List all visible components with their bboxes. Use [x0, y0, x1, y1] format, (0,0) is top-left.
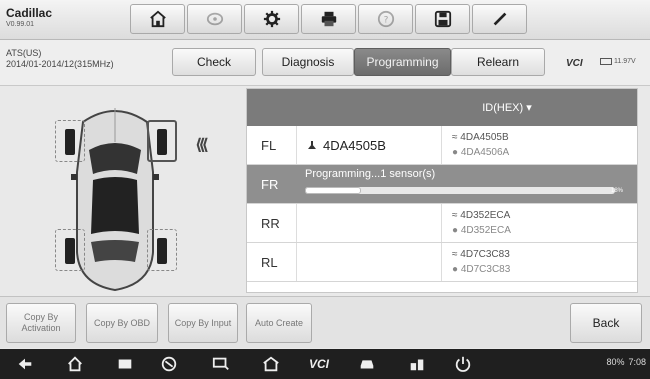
shop-icon	[410, 359, 424, 371]
table-row[interactable]: RR ≈ 4D352ECA ● 4D352ECA	[247, 204, 637, 243]
table-row[interactable]: FL 4DA4505B ≈ 4DA4505B ● 4DA4506A	[247, 126, 637, 165]
car-diagram: ⟨⟨⟨	[0, 87, 245, 295]
help-icon: ?	[377, 10, 394, 28]
obd-value: ● 4D352ECA	[452, 225, 511, 236]
row-sensor-values: ≈ 4DA4505B ● 4DA4506A	[442, 130, 637, 160]
copy-by-activation-button[interactable]: Copy By Activation	[6, 303, 76, 343]
active-sensor-arrows-icon: ⟨⟨⟨	[195, 137, 209, 154]
home-button[interactable]	[130, 4, 185, 34]
help-button[interactable]: ?	[358, 4, 413, 34]
sensor-icon	[308, 141, 316, 149]
tire-rl	[65, 238, 75, 264]
pen-icon	[493, 12, 506, 26]
progress-fill	[305, 187, 361, 194]
row-sensor-values: ≈ 4D352ECA ● 4D352ECA	[442, 208, 637, 238]
autel-home-button[interactable]	[262, 355, 280, 373]
battery-percent: 80%	[606, 357, 625, 367]
brand-block: Cadillac V0.99.01	[6, 6, 52, 28]
display-icon	[212, 357, 229, 371]
home-icon	[263, 356, 279, 372]
wireless-value: ≈ 4D7C3C83	[452, 249, 510, 260]
print-button[interactable]	[301, 4, 356, 34]
row-position: RL	[247, 243, 297, 281]
vci-icon: VCI	[308, 357, 329, 371]
bottom-action-bar: Copy By Activation Copy By OBD Copy By I…	[0, 296, 650, 348]
sensor-fr[interactable]	[147, 120, 177, 162]
printer-icon	[321, 11, 336, 27]
battery-icon	[600, 58, 612, 65]
row-new-id	[297, 204, 442, 242]
gear-icon	[263, 10, 280, 28]
vehicle-button[interactable]	[187, 4, 242, 34]
settings-button[interactable]	[244, 4, 299, 34]
tab-diagnosis[interactable]: Diagnosis	[262, 48, 354, 76]
vehicle-make: Cadillac	[6, 6, 53, 20]
table-header: ID(HEX) ▾	[247, 89, 637, 126]
copy-by-obd-button[interactable]: Copy By OBD	[86, 303, 158, 343]
wireless-value: ≈ 4DA4505B	[452, 132, 509, 143]
auto-create-button[interactable]: Auto Create	[246, 303, 312, 343]
sensor-rl[interactable]	[55, 229, 85, 271]
sensor-fl[interactable]	[55, 120, 85, 162]
browser-button[interactable]	[160, 355, 178, 373]
system-nav-bar: VCI 80% 7:08	[0, 349, 650, 379]
shop-button[interactable]	[408, 355, 426, 373]
table-row[interactable]: RL ≈ 4D7C3C83 ● 4D7C3C83	[247, 243, 637, 282]
obd-value: ● 4DA4506A	[452, 147, 510, 158]
back-nav-button[interactable]	[16, 355, 34, 373]
browser-icon	[161, 356, 177, 372]
power-button[interactable]	[454, 355, 472, 373]
recent-apps-icon	[118, 359, 132, 369]
software-version: V0.99.01	[6, 21, 35, 28]
programming-status: Programming...1 sensor(s)	[305, 168, 436, 180]
row-position: FL	[247, 126, 297, 164]
back-arrow-icon	[18, 358, 32, 370]
home-nav-button[interactable]	[66, 355, 84, 373]
display-button[interactable]	[212, 355, 230, 373]
vehicle-years: 2014/01-2014/12(315MHz)	[6, 59, 114, 69]
row-new-id: 4DA4505B	[297, 126, 442, 164]
tire-fl	[65, 129, 75, 155]
home-icon	[149, 10, 166, 28]
table-row-programming[interactable]: FR Programming...1 sensor(s) 18%	[247, 165, 637, 204]
id-hex-header[interactable]: ID(HEX) ▾	[297, 101, 637, 114]
sensor-id-table: ID(HEX) ▾ FL 4DA4505B ≈ 4DA4505B ● 4DA45…	[246, 88, 638, 293]
top-toolbar: Cadillac V0.99.01 ?	[0, 0, 650, 40]
vci-indicator: VCI	[566, 58, 583, 69]
wireless-value: ≈ 4D352ECA	[452, 210, 511, 221]
row-sensor-values: ≈ 4D7C3C83 ● 4D7C3C83	[442, 247, 637, 277]
tab-relearn[interactable]: Relearn	[451, 48, 545, 76]
function-bar: ATS(US) 2014/01-2014/12(315MHz) Check Di…	[0, 40, 650, 86]
svg-text:?: ?	[383, 16, 388, 26]
home-icon	[68, 356, 82, 372]
vci-nav-button[interactable]: VCI	[305, 355, 333, 373]
progress-percent: 18%	[611, 188, 624, 194]
row-position: RR	[247, 204, 297, 242]
programming-progress-bar	[305, 187, 615, 194]
back-button[interactable]: Back	[570, 303, 642, 343]
sensor-rr[interactable]	[147, 229, 177, 271]
status-area: 80% 7:08	[606, 357, 646, 367]
copy-by-input-button[interactable]: Copy By Input	[168, 303, 238, 343]
tire-rr	[157, 238, 167, 264]
clock: 7:08	[628, 357, 646, 367]
row-position: FR	[247, 165, 297, 203]
battery-indicator: 11.97V	[600, 58, 636, 65]
obd-value: ● 4D7C3C83	[452, 264, 511, 275]
wheel-icon	[206, 12, 223, 26]
vehicle-info: ATS(US) 2014/01-2014/12(315MHz)	[6, 48, 114, 70]
tab-check[interactable]: Check	[172, 48, 256, 76]
power-icon	[455, 356, 471, 372]
edit-button[interactable]	[472, 4, 527, 34]
vehicle-model: ATS(US)	[6, 48, 42, 58]
row-new-id	[297, 243, 442, 281]
car-icon	[360, 360, 374, 369]
tire-fr	[157, 129, 167, 155]
battery-voltage: 11.97V	[614, 58, 636, 65]
save-icon	[434, 10, 451, 28]
save-button[interactable]	[415, 4, 470, 34]
recent-apps-button[interactable]	[116, 355, 134, 373]
vehicle-nav-button[interactable]	[358, 355, 376, 373]
tab-programming[interactable]: Programming	[354, 48, 451, 76]
